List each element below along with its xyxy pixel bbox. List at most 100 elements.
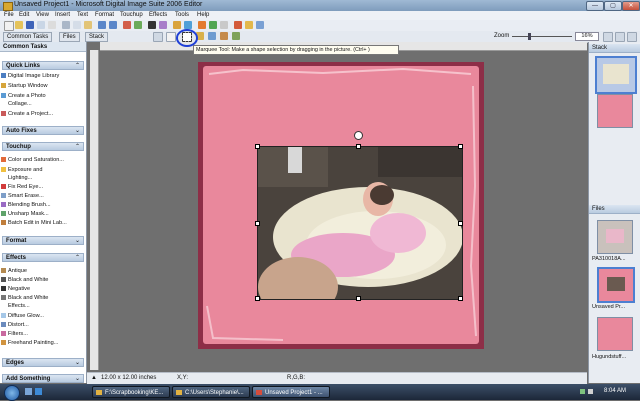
tray-network-icon[interactable] (580, 389, 585, 394)
fix-icon[interactable] (198, 21, 206, 29)
zoom-slider-thumb[interactable] (528, 33, 531, 40)
link-digital-image-library[interactable]: Digital Image Library (1, 73, 59, 79)
menu-effects[interactable]: Effects (149, 12, 167, 18)
close-button[interactable]: ✕ (622, 1, 640, 11)
stack-thumb-2[interactable] (597, 94, 633, 128)
fit-icon[interactable] (603, 32, 613, 42)
tab-common-tasks[interactable]: Common Tasks (3, 32, 53, 42)
touchup-icon[interactable] (184, 21, 192, 29)
zoom-in-icon[interactable] (615, 32, 625, 42)
selection-handle-nw[interactable] (255, 144, 260, 149)
crop-icon[interactable] (134, 21, 142, 29)
file-thumb-3[interactable] (597, 317, 633, 351)
open-icon[interactable] (15, 21, 23, 29)
link-fix-red-eye[interactable]: Fix Red Eye... (1, 184, 43, 190)
paste-icon[interactable] (84, 21, 92, 29)
link-create-project[interactable]: Create a Project... (1, 111, 53, 117)
baby-photo[interactable] (257, 146, 463, 300)
stack-thumb-1[interactable] (595, 56, 637, 94)
menu-view[interactable]: View (36, 12, 49, 18)
text-icon[interactable] (148, 21, 156, 29)
link-lighting[interactable]: Lighting... (8, 175, 32, 181)
zoom-out-icon[interactable] (627, 32, 637, 42)
magic-wand-icon[interactable] (208, 32, 216, 40)
start-button[interactable] (4, 385, 20, 401)
ie-icon[interactable] (35, 388, 42, 395)
link-antique[interactable]: Antique (1, 268, 27, 274)
menu-text[interactable]: Text (77, 12, 88, 18)
undo-icon[interactable] (98, 21, 106, 29)
menu-file[interactable]: File (4, 12, 14, 18)
link-create-photo[interactable]: Create a Photo (1, 93, 46, 99)
redo-icon[interactable] (109, 21, 117, 29)
menu-touchup[interactable]: Touchup (120, 12, 143, 18)
stop-icon[interactable] (234, 21, 242, 29)
link-freehand-painting[interactable]: Freehand Painting... (1, 340, 58, 346)
menu-format[interactable]: Format (95, 12, 114, 18)
tray-volume-icon[interactable] (588, 389, 593, 394)
star-icon[interactable] (245, 21, 253, 29)
cut-icon[interactable] (62, 21, 70, 29)
link-batch-edit[interactable]: Batch Edit in Mini Lab... (1, 220, 67, 226)
link-black-white[interactable]: Black and White (1, 277, 48, 283)
selection-handle-se[interactable] (458, 296, 463, 301)
link-diffuse-glow[interactable]: Diffuse Glow... (1, 313, 44, 319)
section-format[interactable]: Format ⌄ (2, 236, 84, 245)
shape-icon[interactable] (159, 21, 167, 29)
globe-icon[interactable] (256, 21, 264, 29)
link-smart-erase[interactable]: Smart Erase... (1, 193, 44, 199)
copy-icon[interactable] (73, 21, 81, 29)
link-distort[interactable]: Distort... (1, 322, 29, 328)
link-blending-brush[interactable]: Blending Brush... (1, 202, 51, 208)
link-filters[interactable]: Filters... (1, 331, 28, 337)
brush-tool-icon[interactable] (220, 32, 228, 40)
link-black-white-effects[interactable]: Black and White (1, 295, 48, 301)
zoom-slider[interactable] (512, 36, 572, 37)
pointer-tool-icon[interactable] (153, 32, 163, 42)
section-edges[interactable]: Edges ⌄ (2, 358, 84, 367)
selection-handle-n[interactable] (356, 144, 361, 149)
task-unsaved-project[interactable]: Unsaved Project1 - ... (252, 386, 330, 398)
menu-help[interactable]: Help (197, 12, 209, 18)
pan-tool-icon[interactable] (166, 32, 176, 42)
link-unsharp-mask[interactable]: Unsharp Mask... (1, 211, 49, 217)
maximize-button[interactable]: ▢ (604, 1, 622, 11)
section-auto-fixes[interactable]: Auto Fixes ⌄ (2, 126, 84, 135)
link-startup-window[interactable]: Startup Window (1, 83, 47, 89)
save-icon[interactable] (26, 21, 34, 29)
section-effects[interactable]: Effects ⌃ (2, 253, 84, 262)
effects-icon[interactable] (173, 21, 181, 29)
link-effects-more[interactable]: Effects... (8, 303, 30, 309)
new-icon[interactable] (4, 21, 14, 31)
menu-insert[interactable]: Insert (55, 12, 70, 18)
task-users-folder[interactable]: C:\Users\Stephanie\... (172, 386, 250, 398)
selection-handle-e[interactable] (458, 221, 463, 226)
minimize-button[interactable]: — (586, 1, 604, 11)
zoom-value[interactable]: 16% (575, 32, 599, 41)
link-color-saturation[interactable]: Color and Saturation... (1, 157, 64, 163)
file-thumb-2[interactable] (597, 267, 635, 303)
rotate-handle-icon[interactable] (354, 131, 363, 140)
section-add-something[interactable]: Add Something ⌄ (2, 374, 84, 383)
selection-handle-s[interactable] (356, 296, 361, 301)
selection-handle-ne[interactable] (458, 144, 463, 149)
selection-handle-w[interactable] (255, 221, 260, 226)
rotate-icon[interactable] (123, 21, 131, 29)
tab-files[interactable]: Files (59, 32, 80, 42)
menu-tools[interactable]: Tools (175, 12, 189, 18)
link-exposure[interactable]: Exposure and (1, 167, 43, 173)
file-thumb-1[interactable] (597, 220, 633, 254)
help-icon[interactable] (220, 21, 228, 29)
link-collage[interactable]: Collage... (8, 101, 32, 107)
task-scrapbooking[interactable]: F:\Scrapbooking\KE... (92, 386, 170, 398)
tab-stack[interactable]: Stack (85, 32, 109, 42)
section-touchup[interactable]: Touchup ⌃ (2, 142, 84, 151)
check-tool-icon[interactable] (232, 32, 240, 40)
quicklaunch-icon[interactable] (25, 388, 32, 395)
enhance-icon[interactable] (209, 21, 217, 29)
print-icon[interactable] (37, 21, 45, 29)
email-icon[interactable] (48, 21, 56, 29)
selection-handle-sw[interactable] (255, 296, 260, 301)
link-negative[interactable]: Negative (1, 286, 30, 292)
section-quick-links[interactable]: Quick Links ⌃ (2, 61, 84, 70)
